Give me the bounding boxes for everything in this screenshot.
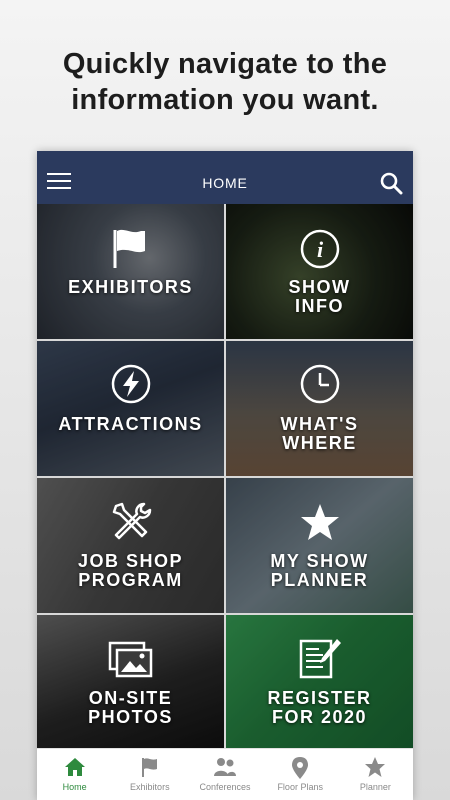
- tile-register[interactable]: REGISTER FOR 2020: [226, 615, 413, 748]
- phone-screen: HOME EXHIBITORS i SHOW INFO ATTRACTIONS …: [37, 151, 413, 800]
- nav-item-home[interactable]: Home: [37, 749, 112, 800]
- tile-show-info[interactable]: i SHOW INFO: [226, 204, 413, 339]
- flag-icon: [141, 758, 157, 777]
- clock-icon: [300, 364, 339, 404]
- headline: Quickly navigate to the information you …: [0, 46, 450, 118]
- tile-label: EXHIBITORS: [68, 277, 193, 297]
- nav-label: Conferences: [199, 782, 251, 792]
- nav-label: Home: [62, 782, 87, 792]
- nav-label: Planner: [359, 782, 391, 792]
- nav-item-floor-plans[interactable]: Floor Plans: [263, 749, 338, 800]
- top-app-bar: HOME: [37, 151, 413, 204]
- tile-label: ATTRACTIONS: [58, 414, 203, 434]
- tile-label: JOB SHOP PROGRAM: [77, 551, 184, 590]
- headline-line-1: Quickly navigate to the: [62, 48, 388, 80]
- tile-label: ON-SITE PHOTOS: [88, 688, 173, 727]
- tile-on-site-photos[interactable]: ON-SITE PHOTOS: [37, 615, 224, 748]
- flag-icon: [113, 229, 145, 268]
- nav-item-planner[interactable]: Planner: [338, 749, 413, 800]
- tile-whats-where[interactable]: WHAT'S WHERE: [226, 341, 413, 476]
- svg-text:i: i: [316, 237, 323, 262]
- star-icon: [365, 757, 386, 777]
- tile-attractions[interactable]: ATTRACTIONS: [37, 341, 224, 476]
- tile-label: SHOW INFO: [288, 277, 351, 316]
- lightning-icon: [111, 364, 150, 404]
- home-icon: [64, 758, 85, 776]
- navigation-grid: EXHIBITORS i SHOW INFO ATTRACTIONS WHAT'…: [37, 204, 413, 748]
- register-form-icon: [299, 639, 341, 679]
- tools-icon: [112, 502, 151, 540]
- star-icon: [300, 504, 339, 540]
- photos-icon: [108, 641, 152, 678]
- nav-label: Floor Plans: [277, 782, 323, 792]
- page-title: HOME: [202, 175, 248, 191]
- nav-label: Exhibitors: [130, 782, 170, 792]
- bottom-navigation: Home Exhibitors Conferences Floor Plans …: [37, 748, 413, 800]
- map-pin-icon: [292, 757, 309, 779]
- headline-line-2: information you want.: [71, 84, 379, 116]
- tile-exhibitors[interactable]: EXHIBITORS: [37, 204, 224, 339]
- search-icon[interactable]: [379, 171, 403, 195]
- tile-label: REGISTER FOR 2020: [267, 688, 372, 727]
- info-icon: i: [300, 229, 339, 269]
- tile-my-show-planner[interactable]: MY SHOW PLANNER: [226, 478, 413, 613]
- nav-item-exhibitors[interactable]: Exhibitors: [112, 749, 187, 800]
- nav-item-conferences[interactable]: Conferences: [187, 749, 262, 800]
- tile-job-shop-program[interactable]: JOB SHOP PROGRAM: [37, 478, 224, 613]
- tile-label: WHAT'S WHERE: [280, 414, 359, 453]
- people-icon: [214, 758, 236, 776]
- tile-label: MY SHOW PLANNER: [270, 551, 369, 590]
